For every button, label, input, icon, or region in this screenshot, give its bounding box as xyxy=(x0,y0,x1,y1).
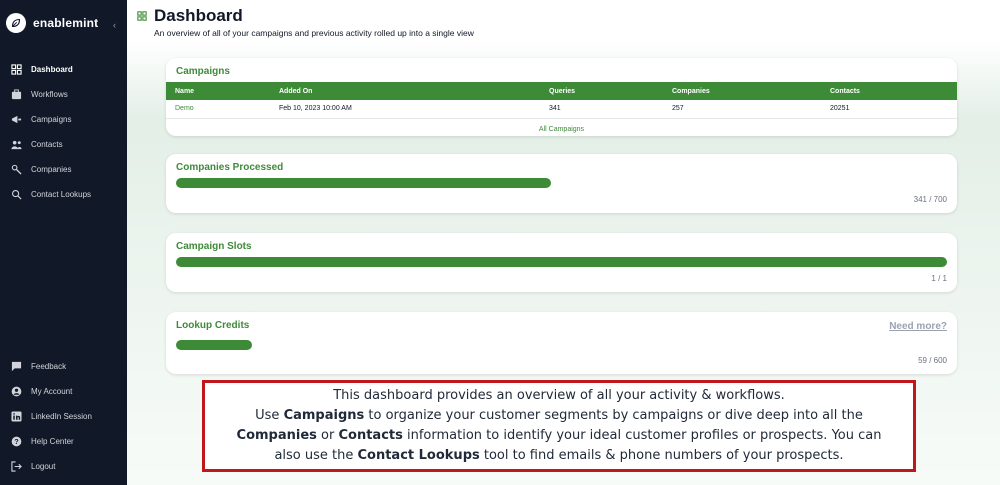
callout-line: This dashboard provides an overview of a… xyxy=(205,386,913,406)
need-more-link[interactable]: Need more? xyxy=(889,321,947,332)
callout-text: Use xyxy=(255,408,284,423)
sidebar-item-linkedin-session[interactable]: LinkedIn Session xyxy=(0,404,127,429)
companies-processed-card: Companies Processed 341 / 700 xyxy=(166,154,957,213)
sidebar-item-label: Contact Lookups xyxy=(31,190,92,199)
companies-processed-progress-bar xyxy=(176,178,551,188)
page-title-text: Dashboard xyxy=(154,6,243,25)
callout-text: tool to find emails & phone numbers of y… xyxy=(479,448,844,463)
column-header-added-on[interactable]: Added On xyxy=(270,82,540,100)
callout-line: also use the Contact Lookups tool to fin… xyxy=(205,446,913,466)
feedback-icon xyxy=(11,361,22,372)
contacts-cell: 20251 xyxy=(821,100,957,119)
lookup-credits-progress-bar xyxy=(176,340,252,350)
brand-name: enablemint xyxy=(33,16,99,30)
sidebar-item-label: Workflows xyxy=(31,90,68,99)
lookup-credits-title: Lookup Credits xyxy=(176,320,250,331)
page-subtitle: An overview of all of your campaigns and… xyxy=(154,28,474,38)
column-header-queries[interactable]: Queries xyxy=(540,82,663,100)
column-header-companies[interactable]: Companies xyxy=(663,82,821,100)
sidebar-item-feedback[interactable]: Feedback xyxy=(0,354,127,379)
all-campaigns-link[interactable]: All Campaigns xyxy=(166,126,957,133)
dashboard-icon xyxy=(137,11,147,21)
sidebar-item-contacts[interactable]: Contacts xyxy=(0,132,127,157)
sidebar-item-logout[interactable]: Logout xyxy=(0,454,127,479)
sidebar-item-label: Help Center xyxy=(31,437,74,446)
sidebar-item-campaigns[interactable]: Campaigns xyxy=(0,107,127,132)
page-header: Dashboard An overview of all of your cam… xyxy=(137,6,474,38)
sidebar-item-help-center[interactable]: ? Help Center xyxy=(0,429,127,454)
brand[interactable]: enablemint xyxy=(0,0,127,46)
campaign-slots-title: Campaign Slots xyxy=(176,241,252,252)
callout-bold-companies: Companies xyxy=(236,428,317,443)
campaigns-table: Name Added On Queries Companies Contacts… xyxy=(166,82,957,119)
sidebar-item-label: Dashboard xyxy=(31,65,73,74)
companies-icon xyxy=(11,164,22,175)
sidebar-item-label: Campaigns xyxy=(31,115,72,124)
campaign-slots-card: Campaign Slots 1 / 1 xyxy=(166,233,957,292)
added-on-cell: Feb 10, 2023 10:00 AM xyxy=(270,100,540,119)
sidebar-item-dashboard[interactable]: Dashboard xyxy=(0,57,127,82)
callout-text: or xyxy=(316,428,339,443)
campaign-slots-progress-bar xyxy=(176,257,947,267)
callout-box: This dashboard provides an overview of a… xyxy=(202,380,916,472)
callout-line: Companies or Contacts information to ide… xyxy=(205,426,913,446)
collapse-sidebar-icon[interactable]: ‹ xyxy=(113,20,116,30)
table-header-row: Name Added On Queries Companies Contacts xyxy=(166,82,957,100)
callout-text: to organize your customer segments by ca… xyxy=(364,408,863,423)
leaf-logo-icon xyxy=(6,13,26,33)
callout-text: also use the xyxy=(274,448,358,463)
workflows-icon xyxy=(11,89,22,100)
table-row[interactable]: Demo Feb 10, 2023 10:00 AM 341 257 20251 xyxy=(166,100,957,119)
campaigns-card-title: Campaigns xyxy=(176,66,230,77)
account-icon xyxy=(11,386,22,397)
sidebar-item-label: Logout xyxy=(31,462,56,471)
lookup-credits-count: 59 / 600 xyxy=(918,356,947,365)
callout-line: Use Campaigns to organize your customer … xyxy=(205,406,913,426)
campaign-name-cell[interactable]: Demo xyxy=(166,100,270,119)
column-header-contacts[interactable]: Contacts xyxy=(821,82,957,100)
sidebar-item-contact-lookups[interactable]: Contact Lookups xyxy=(0,182,127,207)
sidebar-item-label: Contacts xyxy=(31,140,63,149)
logout-icon xyxy=(11,461,22,472)
sidebar-item-label: My Account xyxy=(31,387,73,396)
campaign-slots-count: 1 / 1 xyxy=(931,274,947,283)
users-icon xyxy=(11,139,22,150)
campaigns-card: Campaigns Name Added On Queries Companie… xyxy=(166,58,957,136)
sidebar-nav: Dashboard Workflows Campaigns Contacts C… xyxy=(0,57,127,207)
sidebar-item-label: Feedback xyxy=(31,362,67,371)
linkedin-icon xyxy=(11,411,22,422)
page-title: Dashboard xyxy=(137,6,474,26)
queries-cell: 341 xyxy=(540,100,663,119)
callout-text: information to identify your ideal custo… xyxy=(402,428,882,443)
sidebar-item-my-account[interactable]: My Account xyxy=(0,379,127,404)
companies-processed-title: Companies Processed xyxy=(176,162,284,173)
svg-text:?: ? xyxy=(14,437,19,446)
callout-bold-campaigns: Campaigns xyxy=(283,408,365,423)
companies-processed-count: 341 / 700 xyxy=(913,195,947,204)
sidebar-item-workflows[interactable]: Workflows xyxy=(0,82,127,107)
callout-bold-contact-lookups: Contact Lookups xyxy=(357,448,480,463)
sidebar: enablemint ‹ Dashboard Workflows Campaig… xyxy=(0,0,127,485)
sidebar-item-companies[interactable]: Companies xyxy=(0,157,127,182)
sidebar-item-label: Companies xyxy=(31,165,72,174)
sidebar-item-label: LinkedIn Session xyxy=(31,412,92,421)
callout-bold-contacts: Contacts xyxy=(338,428,403,443)
column-header-name[interactable]: Name xyxy=(166,82,270,100)
search-icon xyxy=(11,189,22,200)
main-content: Dashboard An overview of all of your cam… xyxy=(127,0,1000,485)
help-icon: ? xyxy=(11,436,22,447)
dashboard-icon xyxy=(11,64,22,75)
lookup-credits-card: Lookup Credits Need more? 59 / 600 xyxy=(166,312,957,374)
callout-text: This dashboard provides an overview of a… xyxy=(333,388,785,403)
sidebar-bottom-nav: Feedback My Account LinkedIn Session ? H… xyxy=(0,354,127,479)
companies-cell: 257 xyxy=(663,100,821,119)
megaphone-icon xyxy=(11,114,22,125)
